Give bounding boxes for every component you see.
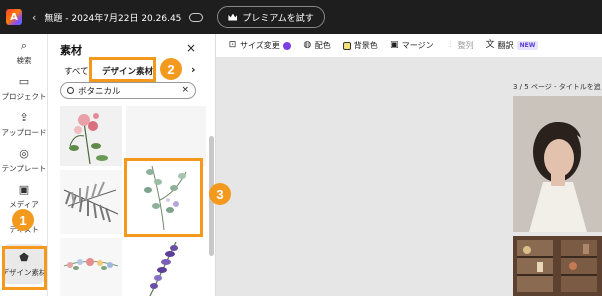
shelves-photo: [513, 236, 602, 296]
template-icon: ◎: [19, 147, 29, 160]
page-label: 3 / 5 ページ - タイトルを追: [513, 83, 601, 91]
tab-all[interactable]: すべて: [64, 65, 89, 77]
rail-item-search[interactable]: ⌕ 検索: [0, 40, 48, 66]
top-bar: A ‹ 無題 - 2024年7月22日 20.26.45 プレミアムを試す: [0, 0, 602, 34]
rail-item-label: プロジェクト: [1, 92, 47, 101]
annotation-highlight-eucalyptus-asset: [124, 158, 203, 237]
asset-thumbnail-palm-leaves[interactable]: [60, 170, 122, 234]
rail-item-media[interactable]: ▣ メディア: [0, 184, 48, 210]
try-premium-label: プレミアムを試す: [242, 13, 314, 24]
folder-icon: ▭: [18, 75, 30, 88]
panel-title: 素材: [60, 44, 82, 57]
asset-thumbnail-lavender[interactable]: [128, 238, 202, 296]
editor-canvas[interactable]: 3 / 5 ページ - タイトルを追: [216, 58, 602, 296]
annotation-badge-2: 2: [160, 58, 182, 80]
page-thumbnail-portrait[interactable]: [513, 96, 602, 232]
translate-button[interactable]: 文 翻訳 NEW: [486, 40, 539, 51]
cloud-sync-icon: [189, 12, 204, 22]
asset-thumbnail-flower-wreath[interactable]: [60, 238, 122, 296]
crown-icon: [228, 13, 238, 21]
media-icon: ▣: [18, 183, 30, 196]
rail-item-label: アップロード: [1, 128, 47, 137]
search-input[interactable]: ボタニカル ×: [60, 82, 196, 99]
rail-item-upload[interactable]: ⇪ アップロード: [0, 112, 48, 138]
translate-label: 翻訳: [497, 41, 514, 50]
resize-label: サイズ変更: [240, 41, 280, 50]
color-scheme-button[interactable]: ◍ 配色: [303, 40, 331, 51]
chevron-right-icon[interactable]: ›: [191, 63, 196, 76]
color-scheme-label: 配色: [314, 41, 331, 50]
flower-garland-illustration: [63, 258, 119, 270]
document-title[interactable]: 無題 - 2024年7月22日 20.26.45: [44, 11, 181, 24]
rose-bouquet-illustration: [69, 113, 108, 165]
margin-icon: ▣: [390, 40, 399, 50]
upload-icon: ⇪: [19, 111, 29, 124]
rail-item-templates[interactable]: ◎ テンプレート: [0, 148, 48, 174]
annotation-badge-1: 1: [12, 209, 34, 231]
annotation-badge-3: 3: [209, 183, 231, 205]
align-label: 整列: [457, 41, 474, 50]
rail-item-projects[interactable]: ▭ プロジェクト: [0, 76, 48, 102]
align-icon: ⫶: [448, 40, 452, 50]
asset-thumbnail-placeholder[interactable]: [126, 106, 206, 166]
translate-icon: 文: [485, 40, 495, 50]
lavender-illustration: [149, 241, 178, 296]
logo-letter: A: [10, 11, 18, 23]
premium-crown-icon: [282, 41, 291, 50]
search-icon: ⌕: [20, 39, 28, 52]
rail-item-label: テンプレート: [1, 164, 47, 173]
close-icon[interactable]: ×: [186, 41, 196, 55]
search-value: ボタニカル: [78, 86, 121, 97]
clear-search-icon[interactable]: ×: [181, 85, 189, 95]
margin-button[interactable]: ▣ マージン: [390, 40, 434, 51]
resize-button[interactable]: ⊡ サイズ変更: [228, 40, 291, 51]
adobe-express-logo[interactable]: A: [6, 9, 22, 25]
asset-thumbnail-roses[interactable]: [60, 106, 122, 166]
align-button[interactable]: ⫶ 整列: [446, 40, 474, 51]
portrait-photo: [513, 96, 602, 232]
annotation-highlight-rail-design-assets: [2, 246, 47, 290]
background-color-icon: [342, 41, 351, 50]
search-icon: [67, 87, 74, 94]
back-chevron-icon[interactable]: ‹: [32, 11, 36, 24]
palm-leaves-illustration: [63, 181, 119, 223]
palette-icon: ◍: [303, 40, 312, 50]
page-thumbnail-shelves[interactable]: [513, 236, 602, 296]
rail-item-label: 検索: [16, 56, 32, 65]
editor-toolbar: ⊡ サイズ変更 ◍ 配色 背景色 ▣ マージン ⫶ 整列 文 翻訳 NEW: [216, 34, 602, 58]
annotation-highlight-tab-design-assets: [89, 57, 156, 82]
background-color-button[interactable]: 背景色: [342, 40, 378, 51]
new-badge: NEW: [516, 41, 539, 50]
try-premium-button[interactable]: プレミアムを試す: [217, 6, 325, 28]
background-color-label: 背景色: [353, 41, 378, 50]
margin-label: マージン: [401, 41, 434, 50]
resize-icon: ⊡: [228, 40, 237, 50]
